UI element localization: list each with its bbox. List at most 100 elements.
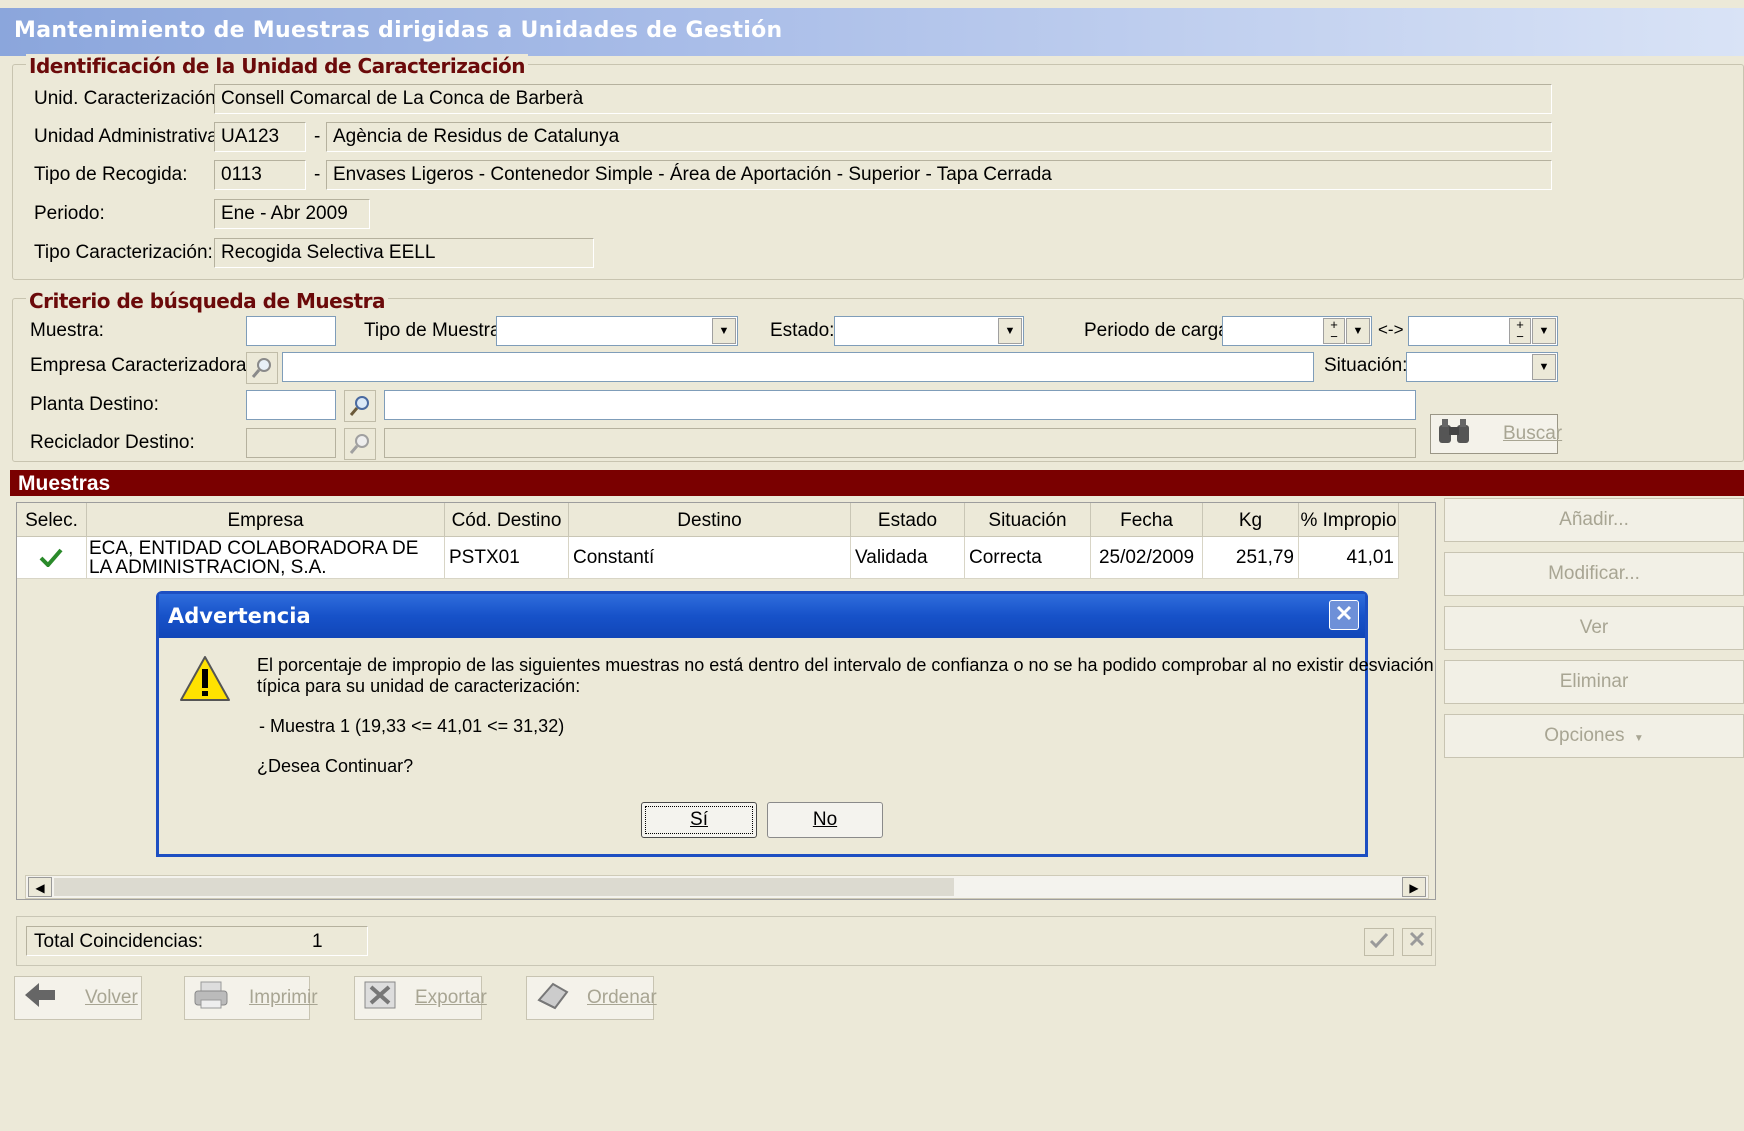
col-header-situacion[interactable]: Situación [965,503,1091,537]
chevron-down-icon[interactable]: ▼ [998,318,1022,344]
planta-desc-input[interactable] [384,390,1416,420]
col-header-empresa[interactable]: Empresa [87,503,445,537]
fecha-cell: 25/02/2009 [1091,537,1203,579]
chevron-down-icon[interactable]: ▼ [1532,354,1556,380]
spinner-icon[interactable]: + − [1509,318,1531,344]
chevron-down-icon[interactable]: ▼ [1532,318,1556,344]
excel-icon [363,980,397,1016]
opciones-button[interactable]: Opciones ▼ [1444,714,1744,758]
col-header-kg[interactable]: Kg [1203,503,1299,537]
criterio-legend: Criterio de búsqueda de Muestra [26,289,389,313]
warning-icon [179,654,231,710]
col-header-destino[interactable]: Destino [569,503,851,537]
col-header-fecha[interactable]: Fecha [1091,503,1203,537]
horizontal-scrollbar[interactable]: ◀ ▶ [25,875,1429,899]
reciclador-code-input [246,428,336,458]
col-header-cod-destino[interactable]: Cód. Destino [445,503,569,537]
anadir-button[interactable]: Añadir... [1444,498,1744,542]
muestra-input[interactable] [246,316,336,346]
reciclador-label: Reciclador Destino: [30,432,195,453]
search-icon[interactable] [344,390,376,422]
yes-label: Sí [690,809,708,830]
tipo-caract-value: Recogida Selectiva EELL [214,238,594,268]
buscar-button[interactable]: Buscar [1430,414,1562,454]
check-icon [39,548,63,572]
exportar-label: Exportar [415,987,487,1008]
reciclador-desc-input [384,428,1416,458]
eraser-icon [535,980,571,1016]
scroll-thumb[interactable] [54,878,954,896]
col-header-estado[interactable]: Estado [851,503,965,537]
scroll-left-icon[interactable]: ◀ [28,877,52,897]
situacion-cell: Correcta [965,537,1091,579]
unidad-admin-code: UA123 [214,122,306,152]
close-icon [1408,930,1426,954]
selec-cell[interactable] [17,537,87,579]
tipo-muestra-select[interactable]: ▼ [496,316,738,346]
close-icon [1336,604,1352,627]
window-title: Mantenimiento de Muestras dirigidas a Un… [0,8,1744,56]
estado-select[interactable]: ▼ [834,316,1024,346]
dialog-close-button[interactable] [1329,600,1359,630]
dialog-title: Advertencia [168,604,311,628]
planta-label: Planta Destino: [30,394,159,415]
spinner-icon[interactable]: + − [1323,318,1345,344]
imprimir-button[interactable]: Imprimir [184,976,318,1020]
estado-label: Estado: [770,320,835,341]
chevron-down-icon[interactable]: ▼ [1346,318,1370,344]
col-header-selec[interactable]: Selec. [17,503,87,537]
chevron-down-icon: ▼ [1633,733,1644,744]
no-button[interactable]: No [767,802,883,838]
planta-code-input[interactable] [246,390,336,420]
impropio-cell: 41,01 [1299,537,1399,579]
muestra-label: Muestra: [30,320,104,341]
dialog-question: ¿Desea Continuar? [257,756,414,776]
ver-button[interactable]: Ver [1444,606,1744,650]
dialog-message-line1: El porcentaje de impropio de las siguien… [257,655,1434,675]
total-label: Total Coincidencias: [34,931,203,952]
situacion-label: Situación: [1324,355,1408,376]
imprimir-label: Imprimir [249,987,318,1008]
volver-button[interactable]: Volver [14,976,142,1020]
tipo-recogida-label: Tipo de Recogida: [34,164,188,185]
ordenar-button[interactable]: Ordenar [526,976,657,1020]
scroll-right-icon[interactable]: ▶ [1402,877,1426,897]
search-icon [344,428,376,460]
total-value: 1 [312,931,323,952]
deselect-all-button[interactable] [1402,928,1432,956]
cod-destino-cell: PSTX01 [445,537,569,579]
periodo-carga-label: Periodo de carga: [1084,320,1234,341]
tipo-caract-label: Tipo Caracterización: [34,242,213,263]
yes-button[interactable]: Sí [641,802,757,838]
empresa-label: Empresa Caracterizadora: [30,355,252,376]
muestras-header: Muestras [10,470,1744,496]
exportar-button[interactable]: Exportar [354,976,487,1020]
dialog-titlebar: Advertencia [159,594,1365,638]
modificar-button[interactable]: Modificar... [1444,552,1744,596]
unid-caract-label: Unid. Caracterización: [34,88,221,109]
select-all-button[interactable] [1364,928,1394,956]
eliminar-button[interactable]: Eliminar [1444,660,1744,704]
destino-cell: Constantí [569,537,851,579]
printer-icon [193,980,229,1016]
kg-cell: 251,79 [1203,537,1299,579]
periodo-carga-from[interactable]: + − ▼ [1222,316,1372,346]
empresa-input[interactable] [282,352,1314,382]
unidad-admin-sep: - [314,126,321,147]
situacion-select[interactable]: ▼ [1406,352,1558,382]
search-icon[interactable] [246,352,278,384]
periodo-carga-to[interactable]: + − ▼ [1408,316,1558,346]
unid-caract-value: Consell Comarcal de La Conca de Barberà [214,84,1552,114]
chevron-down-icon[interactable]: ▼ [712,318,736,344]
tipo-recogida-sep: - [314,164,321,185]
range-separator: <-> [1378,320,1404,339]
check-icon [1369,931,1389,954]
back-arrow-icon [23,981,57,1015]
no-label: No [812,809,838,830]
advertencia-dialog: Advertencia El porcentaje de impropio de… [156,591,1434,857]
binoculars-icon [1437,417,1471,451]
dialog-detail: - Muestra 1 (19,33 <= 41,01 <= 31,32) [259,716,565,736]
periodo-value: Ene - Abr 2009 [214,199,370,229]
tipo-recogida-code: 0113 [214,160,306,190]
col-header-impropio[interactable]: % Impropio [1299,503,1399,537]
